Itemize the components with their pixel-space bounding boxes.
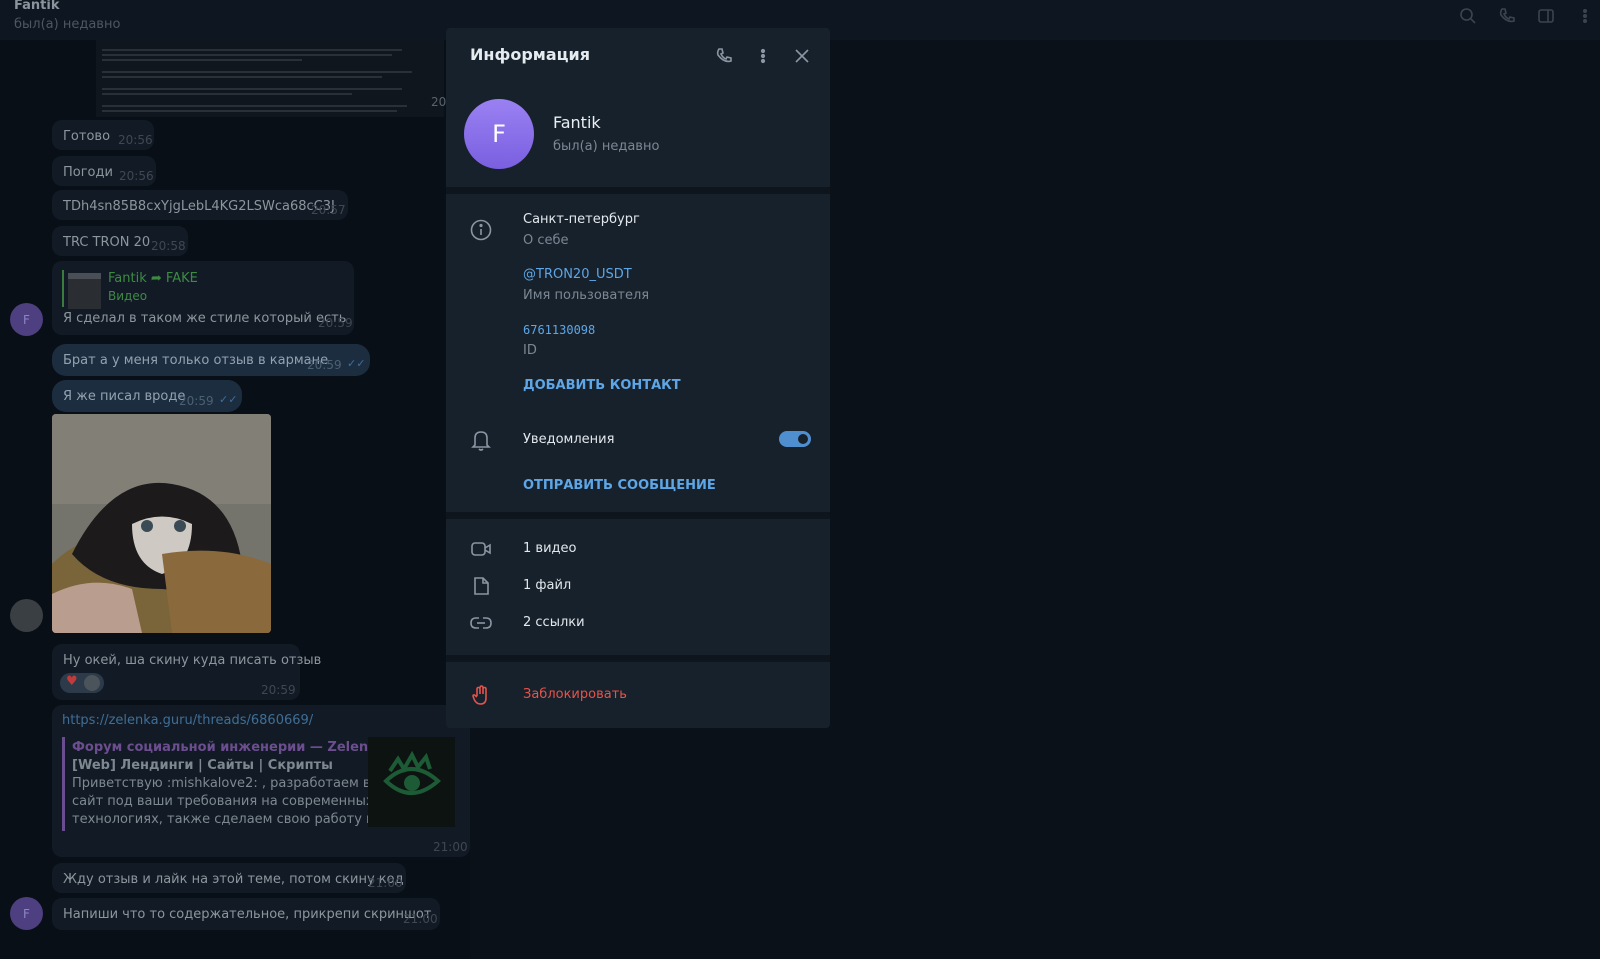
- close-icon[interactable]: [790, 44, 814, 68]
- avatar[interactable]: F: [10, 303, 43, 336]
- profile-status: был(а) недавно: [553, 139, 660, 154]
- file-icon: [469, 574, 493, 598]
- sidebar-icon[interactable]: [1535, 5, 1557, 27]
- message-text: Напиши что то содержательное, прикрепи с…: [63, 907, 432, 922]
- message-text: TRC TRON 20: [63, 235, 151, 250]
- message-bubble-reply[interactable]: Fantik ➦ FAKE Видео Я сделал в таком же …: [52, 261, 354, 335]
- profile-name: Fantik: [553, 113, 601, 132]
- message-text: Я сделал в таком же стиле который есть: [63, 311, 347, 326]
- phone-icon[interactable]: [1496, 5, 1518, 27]
- reply-type: Видео: [108, 289, 148, 303]
- divider: [446, 512, 830, 519]
- link-preview-subtitle: [Web] Лендинги | Сайты | Скрипты: [72, 758, 333, 773]
- message-time: 21:00: [433, 840, 468, 854]
- panel-title: Информация: [470, 45, 590, 64]
- video-icon: [469, 537, 493, 561]
- info-panel: Информация F Fantik был(а) недавно Санкт…: [446, 28, 830, 728]
- hand-icon: [469, 683, 493, 707]
- message-text: Погоди: [63, 165, 113, 180]
- message-bubble-outgoing[interactable]: Брат а у меня только отзыв в кармане 20:…: [52, 344, 370, 376]
- read-check-icon: ✓✓: [219, 393, 238, 406]
- message-time: 21:00: [403, 912, 438, 926]
- message-bubble[interactable]: Жду отзыв и лайк на этой теме, потом ски…: [52, 863, 406, 893]
- username-value[interactable]: @TRON20_USDT: [523, 267, 632, 282]
- photo-kitten[interactable]: [52, 414, 271, 633]
- message-time: 20:57: [311, 203, 346, 217]
- phone-icon[interactable]: [712, 44, 736, 68]
- add-contact-button[interactable]: ДОБАВИТЬ КОНТАКТ: [523, 378, 681, 393]
- chat-title[interactable]: Fantik: [14, 0, 59, 13]
- notifications-label: Уведомления: [523, 432, 615, 447]
- message-time: 20:58: [151, 239, 186, 253]
- reply-sender-name: Fantik: [108, 271, 147, 286]
- profile-avatar[interactable]: F: [464, 99, 534, 169]
- document-preview[interactable]: [96, 40, 444, 117]
- message-bubble[interactable]: TRC TRON 20 20:58: [52, 226, 188, 256]
- link-icon: [469, 611, 493, 635]
- message-time: 20:59: [318, 316, 353, 330]
- message-text: Жду отзыв и лайк на этой теме, потом ски…: [63, 872, 404, 887]
- block-button[interactable]: Заблокировать: [523, 687, 627, 702]
- bio-text[interactable]: Санкт-петербург: [523, 212, 640, 227]
- message-link[interactable]: https://zelenka.guru/threads/6860669/: [62, 713, 313, 728]
- message-time: 20:56: [119, 169, 154, 183]
- reply-thumbnail: [68, 273, 101, 309]
- bell-icon: [469, 428, 493, 452]
- username-label: Имя пользователя: [523, 288, 650, 303]
- message-bubble[interactable]: Ну окей, ша скину куда писать отзыв ♥ 20…: [52, 644, 321, 700]
- message-time: 21:00: [368, 876, 403, 890]
- id-label: ID: [523, 343, 537, 358]
- reply-sender[interactable]: Fantik ➦ FAKE: [108, 271, 198, 286]
- toggle-knob: [798, 434, 808, 444]
- bio-label: О себе: [523, 233, 569, 248]
- message-time: 20:59: [261, 683, 296, 697]
- more-icon[interactable]: [1574, 5, 1596, 27]
- message-text: Готово: [63, 129, 111, 144]
- link-preview-text: сайт под ваши требования на современных: [72, 794, 374, 809]
- message-bubble[interactable]: Погоди 20:56: [52, 156, 156, 186]
- reply-bar: [62, 270, 64, 307]
- message-text: TDh4sn85B8cxYjgLebL4KG2LSWca68cC3J: [63, 199, 335, 214]
- avatar[interactable]: F: [10, 897, 43, 930]
- divider: [446, 187, 830, 194]
- link-preview-title: Форум социальной инженерии — Zelenka....: [72, 740, 406, 755]
- chat-history[interactable]: 20 Готово 20:56 Погоди 20:56 TDh4sn85B8c…: [0, 40, 470, 959]
- message-bubble-outgoing[interactable]: Я же писал вроде 20:59 ✓✓: [52, 380, 242, 412]
- message-text: Брат а у меня только отзыв в кармане: [63, 353, 329, 368]
- reply-forward-label: FAKE: [165, 271, 198, 286]
- notifications-toggle[interactable]: [779, 431, 811, 447]
- search-icon[interactable]: [1457, 5, 1479, 27]
- divider: [446, 655, 830, 662]
- media-files[interactable]: 1 файл: [523, 578, 571, 593]
- info-icon: [469, 218, 493, 242]
- heart-icon: ♥: [66, 674, 78, 689]
- message-time: 20:59: [179, 394, 214, 408]
- reaction-badge[interactable]: ♥: [60, 673, 104, 693]
- message-time: 20:59: [307, 358, 342, 372]
- link-preview[interactable]: Форум социальной инженерии — Zelenka....…: [62, 737, 405, 831]
- more-icon[interactable]: [751, 44, 775, 68]
- link-preview-image[interactable]: [368, 737, 455, 827]
- forward-icon: ➦: [150, 271, 162, 286]
- message-time: 20:56: [118, 133, 153, 147]
- message-text: Ну окей, ша скину куда писать отзыв: [63, 653, 322, 668]
- media-links[interactable]: 2 ссылки: [523, 615, 585, 630]
- reaction-avatar: [84, 675, 100, 691]
- media-videos[interactable]: 1 видео: [523, 541, 576, 556]
- avatar[interactable]: [10, 599, 43, 632]
- message-bubble[interactable]: TDh4sn85B8cxYjgLebL4KG2LSWca68cC3J 20:57: [52, 190, 348, 220]
- message-bubble[interactable]: Напиши что то содержательное, прикрепи с…: [52, 898, 440, 930]
- message-text: Я же писал вроде: [63, 389, 186, 404]
- id-value[interactable]: 6761130098: [523, 323, 595, 337]
- chat-status: был(а) недавно: [14, 17, 121, 32]
- read-check-icon: ✓✓: [347, 357, 366, 370]
- header-actions: [1457, 0, 1600, 32]
- document-time: 20: [431, 95, 447, 109]
- send-message-button[interactable]: ОТПРАВИТЬ СООБЩЕНИЕ: [523, 478, 716, 493]
- link-preview-text: Приветствую :mishkalove2: , разработаем …: [72, 776, 389, 791]
- message-bubble[interactable]: Готово 20:56: [52, 120, 154, 150]
- link-preview-text: технологиях, также сделаем свою работу к…: [72, 812, 402, 827]
